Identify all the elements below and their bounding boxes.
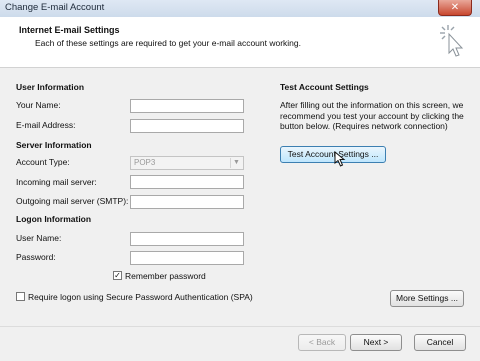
title-bar[interactable]: Change E-mail Account ✕ — [0, 0, 480, 18]
your-name-label: Your Name: — [16, 100, 61, 110]
spa-label[interactable]: Require logon using Secure Password Auth… — [28, 292, 253, 302]
mouse-click-icon — [440, 25, 464, 57]
incoming-server-label: Incoming mail server: — [16, 177, 97, 187]
account-type-label: Account Type: — [16, 157, 70, 167]
outgoing-server-label: Outgoing mail server (SMTP): — [16, 196, 129, 206]
test-settings-description: After filling out the information on thi… — [280, 100, 464, 131]
window-title: Change E-mail Account — [5, 2, 105, 13]
server-information-heading: Server Information — [16, 140, 92, 150]
mouse-pointer-icon — [334, 151, 346, 167]
close-button[interactable]: ✕ — [438, 0, 472, 16]
back-button[interactable]: < Back — [298, 334, 346, 351]
change-email-account-window: Change E-mail Account ✕ Internet E-mail … — [0, 0, 480, 361]
chevron-down-icon[interactable]: ▼ — [230, 158, 242, 168]
footer-bar: < Back Next > Cancel — [0, 326, 480, 361]
password-label: Password: — [16, 252, 56, 262]
user-name-input[interactable] — [130, 232, 244, 246]
your-name-input[interactable] — [130, 99, 244, 113]
password-input[interactable] — [130, 251, 244, 265]
settings-form: User Information Your Name: E-mail Addre… — [0, 68, 480, 326]
user-name-label: User Name: — [16, 233, 62, 243]
remember-password-label[interactable]: Remember password — [125, 271, 206, 281]
logon-information-heading: Logon Information — [16, 214, 92, 224]
page-title: Internet E-mail Settings — [19, 25, 120, 35]
account-type-value: POP3 — [134, 158, 156, 167]
remember-password-checkbox[interactable]: ✓ — [113, 271, 122, 280]
account-type-select[interactable]: POP3 ▼ — [130, 156, 244, 170]
test-account-settings-button[interactable]: Test Account Settings ... — [280, 146, 386, 163]
header-panel: Internet E-mail Settings Each of these s… — [0, 17, 480, 68]
cancel-button[interactable]: Cancel — [414, 334, 466, 351]
more-settings-button[interactable]: More Settings ... — [390, 290, 464, 307]
page-subtitle: Each of these settings are required to g… — [35, 38, 302, 48]
user-information-heading: User Information — [16, 82, 85, 92]
email-address-label: E-mail Address: — [16, 120, 76, 130]
spa-checkbox[interactable] — [16, 292, 25, 301]
test-account-settings-heading: Test Account Settings — [280, 82, 369, 92]
email-address-input[interactable] — [130, 119, 244, 133]
outgoing-server-input[interactable] — [130, 195, 244, 209]
incoming-server-input[interactable] — [130, 175, 244, 189]
next-button[interactable]: Next > — [350, 334, 402, 351]
